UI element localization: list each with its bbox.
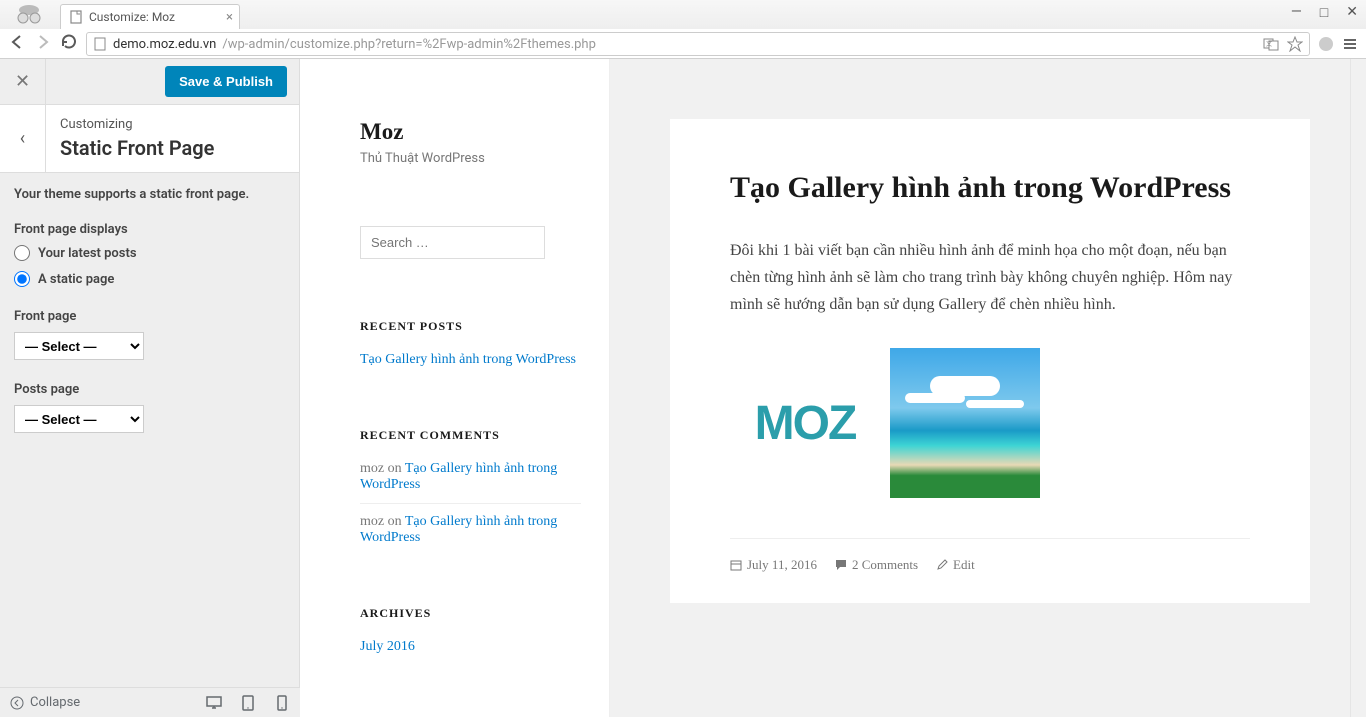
- radio-label: A static page: [38, 272, 114, 287]
- posts-page-select[interactable]: — Select —: [14, 405, 144, 433]
- tab-strip: Customize: Moz × ― □ ✕: [0, 0, 1366, 29]
- url-path: /wp-admin/customize.php?return=%2Fwp-adm…: [222, 37, 596, 52]
- reload-button[interactable]: [60, 33, 78, 55]
- back-button[interactable]: ‹: [0, 105, 46, 172]
- panel-footer: Collapse: [0, 687, 300, 717]
- front-page-select[interactable]: — Select —: [14, 332, 144, 360]
- browser-tab[interactable]: Customize: Moz ×: [60, 4, 240, 29]
- calendar-icon: [730, 559, 742, 571]
- widget-title: ARCHIVES: [360, 606, 581, 621]
- globe-icon[interactable]: [1318, 36, 1334, 52]
- widget-title: RECENT POSTS: [360, 319, 581, 334]
- post-comments[interactable]: 2 Comments: [835, 557, 918, 573]
- radio-input[interactable]: [14, 271, 30, 287]
- recent-comments-widget: RECENT COMMENTS moz on Tạo Gallery hình …: [360, 428, 581, 556]
- field-label: Front page displays: [14, 222, 285, 237]
- translate-icon[interactable]: 文: [1263, 36, 1279, 52]
- panel-title-row: ‹ Customizing Static Front Page: [0, 105, 299, 173]
- recent-posts-widget: RECENT POSTS Tạo Gallery hình ảnh trong …: [360, 319, 581, 378]
- radio-label: Your latest posts: [38, 246, 137, 261]
- nav-bar: demo.moz.edu.vn/wp-admin/customize.php?r…: [0, 29, 1366, 59]
- front-page-select-group: Front page — Select —: [14, 309, 285, 360]
- bookmark-icon[interactable]: [1287, 36, 1303, 52]
- widget-title: RECENT COMMENTS: [360, 428, 581, 443]
- gallery: MOZ: [730, 348, 1250, 498]
- chevron-left-icon: [10, 696, 24, 710]
- field-label: Front page: [14, 309, 285, 324]
- customizer-panel: ✕ Save & Publish ‹ Customizing Static Fr…: [0, 59, 300, 717]
- url-host: demo.moz.edu.vn: [113, 37, 216, 52]
- radio-input[interactable]: [14, 245, 30, 261]
- gallery-image-logo[interactable]: MOZ: [730, 348, 880, 498]
- minimize-icon[interactable]: ―: [1291, 4, 1302, 21]
- svg-text:文: 文: [1266, 40, 1272, 48]
- collapse-button[interactable]: Collapse: [10, 695, 80, 710]
- address-bar[interactable]: demo.moz.edu.vn/wp-admin/customize.php?r…: [86, 32, 1310, 56]
- radio-static-page[interactable]: A static page: [14, 271, 285, 287]
- page-icon: [93, 37, 107, 51]
- maximize-icon[interactable]: □: [1320, 4, 1328, 21]
- browser-chrome: Customize: Moz × ― □ ✕ demo.moz.edu.vn/w…: [0, 0, 1366, 59]
- preview-main: Tạo Gallery hình ảnh trong WordPress Đôi…: [610, 59, 1350, 717]
- device-preview-icons: [206, 695, 290, 711]
- tab-close-icon[interactable]: ×: [226, 10, 233, 25]
- radio-latest-posts[interactable]: Your latest posts: [14, 245, 285, 261]
- list-item[interactable]: moz on Tạo Gallery hình ảnh trong WordPr…: [360, 461, 581, 504]
- field-label: Posts page: [14, 382, 285, 397]
- post-date[interactable]: July 11, 2016: [730, 557, 817, 573]
- post-card: Tạo Gallery hình ảnh trong WordPress Đôi…: [670, 119, 1310, 603]
- post-edit[interactable]: Edit: [936, 557, 975, 573]
- panel-body: Your theme supports a static front page.…: [0, 173, 299, 717]
- list-item[interactable]: July 2016: [360, 639, 581, 665]
- tab-title: Customize: Moz: [89, 10, 175, 24]
- panel-supertitle: Customizing: [60, 117, 214, 132]
- page-icon: [69, 10, 83, 24]
- panel-header: ✕ Save & Publish: [0, 59, 299, 105]
- close-customizer-button[interactable]: ✕: [0, 59, 46, 105]
- site-title[interactable]: Moz: [360, 119, 581, 145]
- panel-description: Your theme supports a static front page.: [14, 187, 285, 202]
- pencil-icon: [936, 559, 948, 571]
- window-controls: ― □ ✕: [1291, 4, 1358, 21]
- front-page-displays-group: Front page displays Your latest posts A …: [14, 222, 285, 287]
- gallery-image-beach[interactable]: [890, 348, 1040, 498]
- save-publish-button[interactable]: Save & Publish: [165, 66, 287, 97]
- mobile-icon[interactable]: [274, 695, 290, 711]
- archives-widget: ARCHIVES July 2016: [360, 606, 581, 665]
- back-button[interactable]: [8, 33, 26, 55]
- list-item[interactable]: moz on Tạo Gallery hình ảnh trong WordPr…: [360, 514, 581, 556]
- incognito-icon: [10, 2, 48, 26]
- panel-title: Static Front Page: [60, 136, 214, 160]
- post-meta: July 11, 2016 2 Comments Edit: [730, 538, 1250, 573]
- workspace: ✕ Save & Publish ‹ Customizing Static Fr…: [0, 59, 1366, 717]
- forward-button: [34, 33, 52, 55]
- posts-page-select-group: Posts page — Select —: [14, 382, 285, 433]
- collapse-label: Collapse: [30, 695, 80, 710]
- post-title[interactable]: Tạo Gallery hình ảnh trong WordPress: [730, 169, 1250, 207]
- comment-icon: [835, 559, 847, 571]
- preview-sidebar: Moz Thủ Thuật WordPress RECENT POSTS Tạo…: [300, 59, 610, 717]
- tablet-icon[interactable]: [240, 695, 256, 711]
- scrollbar[interactable]: [1350, 59, 1366, 717]
- search-input[interactable]: [360, 226, 545, 259]
- site-tagline: Thủ Thuật WordPress: [360, 151, 581, 166]
- desktop-icon[interactable]: [206, 695, 222, 711]
- post-body: Đôi khi 1 bài viết bạn cần nhiều hình ản…: [730, 237, 1250, 319]
- preview-frame: Moz Thủ Thuật WordPress RECENT POSTS Tạo…: [300, 59, 1350, 717]
- menu-icon[interactable]: [1342, 36, 1358, 52]
- close-icon[interactable]: ✕: [1346, 4, 1358, 21]
- list-item[interactable]: Tạo Gallery hình ảnh trong WordPress: [360, 352, 581, 378]
